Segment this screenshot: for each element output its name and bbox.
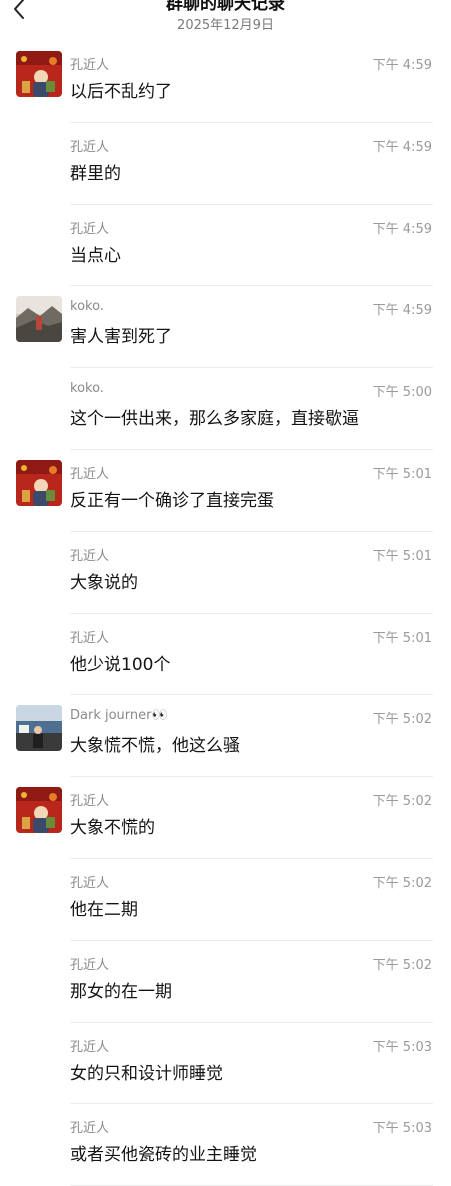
message-sender: 孔近人 [70, 794, 110, 810]
message-time: 下午 5:00 [372, 385, 432, 401]
message-sender: 孔近人 [70, 1121, 110, 1137]
message-time: 下午 5:02 [372, 794, 432, 810]
header: 群聊的聊天记录 2025年12月9日 [0, 0, 451, 40]
message-text: 这个一供出来，那么多家庭，直接歇逼 [70, 409, 359, 430]
avatar[interactable] [16, 296, 62, 343]
message-item[interactable]: 孔近人 下午 4:59 以后不乱约了 [0, 41, 451, 123]
message-time: 下午 5:02 [372, 957, 432, 973]
message-sender: koko. [70, 299, 104, 315]
message-sender: 孔近人 [70, 548, 110, 564]
message-time: 下午 4:59 [372, 58, 432, 73]
message-item[interactable]: 孔近人 下午 5:01 他少说100个 [0, 614, 451, 696]
message-text: 他少说100个 [70, 654, 171, 675]
message-text: 大象慌不慌，他这么骚 [70, 736, 240, 757]
message-item[interactable]: 孔近人 下午 4:59 群里的 [0, 123, 451, 205]
message-time: 下午 5:03 [372, 1039, 432, 1055]
message-time: 下午 5:01 [372, 548, 432, 564]
avatar[interactable] [16, 705, 62, 752]
message-time: 下午 4:59 [372, 303, 432, 319]
message-text: 以后不乱约了 [70, 82, 172, 102]
message-item[interactable]: 孔近人 下午 5:01 大象说的 [0, 532, 451, 614]
message-item[interactable]: 孔近人 下午 5:02 那女的在一期 [0, 941, 451, 1023]
message-item[interactable]: 孔近人 下午 5:03 女的只和设计师睡觉 [0, 1023, 451, 1105]
message-sender: 孔近人 [70, 58, 110, 73]
message-item[interactable]: koko. 下午 4:59 害人害到死了 [0, 286, 451, 368]
message-time: 下午 5:03 [372, 1121, 432, 1137]
avatar[interactable] [16, 459, 62, 506]
message-item[interactable]: Dark journer👀 下午 5:02 大象慌不慌，他这么骚 [0, 695, 451, 777]
message-time: 下午 4:59 [372, 139, 432, 155]
message-time: 下午 5:01 [372, 466, 432, 482]
message-text: 他在二期 [70, 899, 138, 920]
message-item[interactable]: 孔近人 下午 5:02 他在二期 [0, 859, 451, 941]
message-sender: Dark journer👀 [70, 708, 168, 724]
page-title: 群聊的聊天记录 [166, 0, 285, 14]
message-time: 下午 5:02 [372, 875, 432, 891]
message-text: 那女的在一期 [70, 981, 172, 1002]
avatar[interactable] [16, 787, 62, 834]
message-sender: 孔近人 [70, 875, 110, 891]
message-text: 当点心 [70, 245, 121, 266]
message-time: 下午 5:02 [372, 712, 432, 728]
message-item[interactable]: koko. 下午 5:00 这个一供出来，那么多家庭，直接歇逼 [0, 368, 451, 450]
message-text: 大象不慌的 [70, 818, 155, 839]
message-text: 群里的 [70, 163, 121, 184]
message-sender: 孔近人 [70, 221, 110, 237]
message-list: 孔近人 下午 4:59 以后不乱约了 孔近人 下午 4:59 群里的 孔近人 下午 4:59 当… [0, 41, 451, 1186]
message-item[interactable]: 孔近人 下午 5:01 反正有一个确诊了直接完蛋 [0, 450, 451, 532]
message-sender: koko. [70, 381, 104, 397]
message-item[interactable]: 孔近人 下午 5:03 或者买他瓷砖的业主睡觉 [0, 1104, 451, 1186]
message-time: 下午 5:01 [372, 630, 432, 646]
message-time: 下午 4:59 [372, 221, 432, 237]
message-sender: 孔近人 [70, 466, 110, 482]
message-item[interactable]: 孔近人 下午 4:59 当点心 [0, 205, 451, 287]
message-text: 害人害到死了 [70, 327, 172, 348]
message-sender: 孔近人 [70, 957, 110, 973]
message-text: 或者买他瓷砖的业主睡觉 [70, 1145, 257, 1166]
message-sender: 孔近人 [70, 630, 110, 646]
page-date: 2025年12月9日 [177, 18, 274, 33]
message-text: 反正有一个确诊了直接完蛋 [70, 490, 274, 511]
message-sender: 孔近人 [70, 139, 110, 155]
message-sender: 孔近人 [70, 1039, 110, 1055]
avatar[interactable] [16, 51, 62, 97]
message-text: 大象说的 [70, 572, 138, 593]
message-item[interactable]: 孔近人 下午 5:02 大象不慌的 [0, 777, 451, 859]
message-text: 女的只和设计师睡觉 [70, 1063, 223, 1084]
